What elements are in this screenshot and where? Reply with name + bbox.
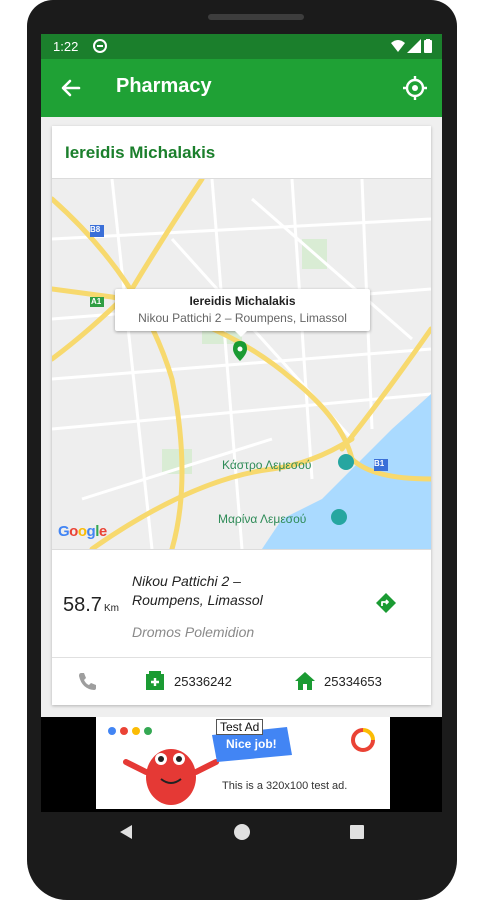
google-logo: Google xyxy=(58,523,107,540)
nav-back-icon[interactable] xyxy=(118,824,134,840)
test-ad-badge: Test Ad xyxy=(216,719,264,735)
ad-banner[interactable]: Nice job! Test Ad This is a 320x100 test… xyxy=(96,717,390,809)
my-location-icon[interactable] xyxy=(401,74,429,102)
pharmacy-area: Dromos Polemidion xyxy=(132,624,255,640)
phone-top-bezel xyxy=(27,0,457,34)
directions-icon[interactable] xyxy=(375,592,397,614)
pharmacy-name: Iereidis Michalakis xyxy=(65,143,216,162)
battery-icon xyxy=(424,39,432,53)
wifi-icon xyxy=(391,40,405,52)
map-label-b8: B8 xyxy=(90,225,101,234)
content-area: Iereidis Michalakis B8 A1 B1 Κάστρο Λεμε… xyxy=(41,117,442,717)
pharmacy-card: Iereidis Michalakis B8 A1 B1 Κάστρο Λεμε… xyxy=(52,126,431,705)
page-title: Pharmacy xyxy=(116,75,212,97)
map-label-marina: Μαρίνα Λεμεσού xyxy=(218,512,307,526)
nav-home-icon[interactable] xyxy=(233,823,251,841)
pharmacy-icon[interactable] xyxy=(144,670,166,692)
back-arrow-icon[interactable] xyxy=(57,74,85,102)
distance-value: 58.7 xyxy=(63,594,102,616)
sync-icon xyxy=(93,39,107,53)
app-toolbar: Pharmacy xyxy=(41,59,442,117)
cell-signal-icon xyxy=(407,39,421,53)
info-window-pointer xyxy=(234,330,248,337)
home-phone-number[interactable]: 25334653 xyxy=(324,674,382,689)
ad-text: This is a 320x100 test ad. xyxy=(222,780,348,792)
screen: 1:22 Pharmacy Iereidis Michalakis B8 A1 … xyxy=(41,34,442,812)
nice-job-text: Nice job! xyxy=(226,737,277,751)
nav-recents-icon[interactable] xyxy=(349,824,365,840)
ad-logo-icon xyxy=(351,728,375,752)
home-icon[interactable] xyxy=(294,670,316,692)
distance-unit: Km xyxy=(103,603,119,614)
pharmacy-address: Nikou Pattichi 2 – Roumpens, Limassol xyxy=(132,573,263,608)
phone-icon[interactable] xyxy=(76,670,98,692)
speaker-grille xyxy=(208,14,304,20)
status-bar: 1:22 xyxy=(41,34,442,59)
mascot-illustration xyxy=(123,749,219,805)
map-view[interactable]: B8 A1 B1 Κάστρο Λεμεσού Μαρίνα Λεμεσού I… xyxy=(52,178,431,550)
info-window-title: Iereidis Michalakis xyxy=(189,294,296,308)
map-label-castle: Κάστρο Λεμεσού xyxy=(222,458,312,472)
map-roads xyxy=(52,179,431,549)
pharmacy-phone-number[interactable]: 25336242 xyxy=(174,674,232,689)
contact-row: 25336242 25334653 xyxy=(52,658,431,705)
map-label-a1: A1 xyxy=(91,297,102,306)
distance: 58.7 Km xyxy=(63,594,119,617)
map-info-window[interactable]: Iereidis Michalakis Nikou Pattichi 2 – R… xyxy=(115,289,370,331)
pharmacy-details: 58.7 Km Nikou Pattichi 2 – Roumpens, Lima… xyxy=(52,549,431,657)
info-window-subtitle: Nikou Pattichi 2 – Roumpens, Limassol xyxy=(138,311,347,325)
map-label-b1: B1 xyxy=(374,459,385,468)
status-time: 1:22 xyxy=(53,39,79,54)
